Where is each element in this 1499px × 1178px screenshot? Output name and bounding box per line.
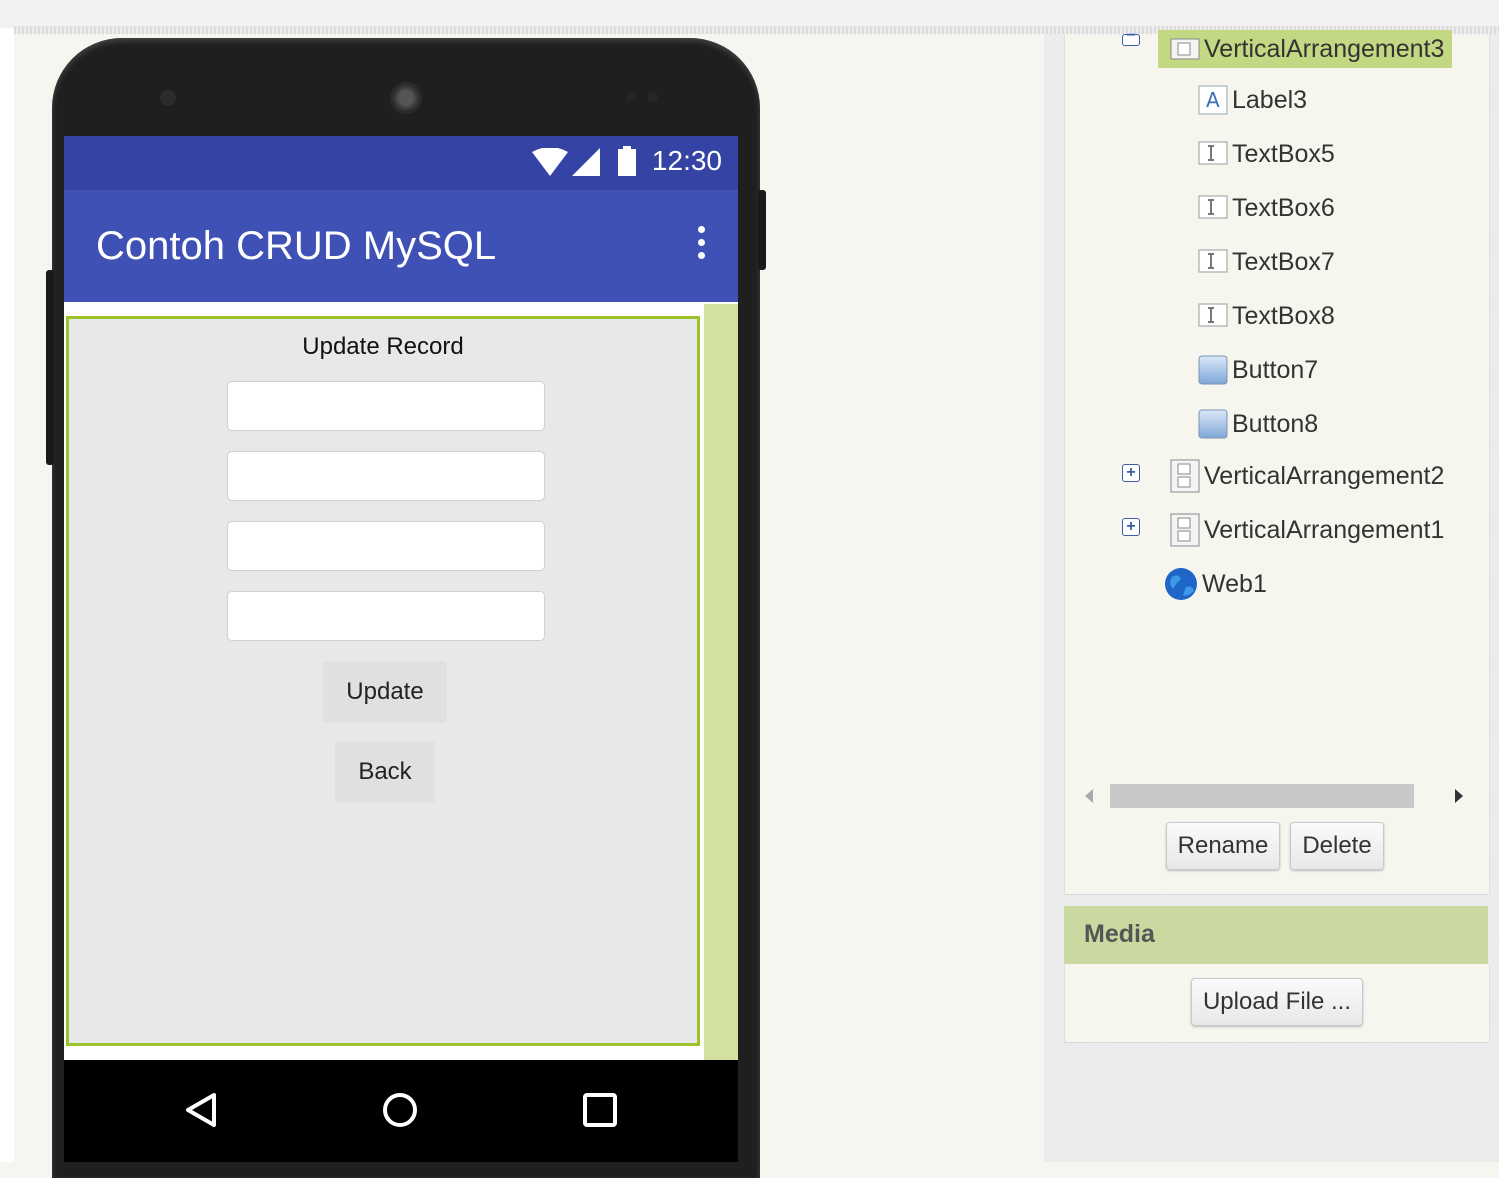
expand-icon[interactable]: +	[1122, 518, 1140, 536]
delete-button[interactable]: Delete	[1290, 822, 1384, 870]
tree-item-button7[interactable]: Button7	[1198, 352, 1318, 386]
tree-item-label3[interactable]: A Label3	[1198, 82, 1307, 116]
label-icon: A	[1198, 85, 1228, 115]
vertical-arrangement-icon	[1170, 38, 1200, 60]
tree-label: Button7	[1232, 356, 1319, 385]
phone-volume-button	[46, 270, 54, 465]
textbox-icon	[1198, 303, 1228, 327]
app-title: Contoh CRUD MySQL	[96, 224, 497, 268]
tree-label: TextBox7	[1232, 248, 1335, 277]
tree-item-textbox8[interactable]: TextBox8	[1198, 298, 1335, 332]
phone-side-button	[758, 190, 766, 270]
media-panel: Upload File ...	[1064, 964, 1490, 1043]
tree-item-textbox7[interactable]: TextBox7	[1198, 244, 1335, 278]
collapse-icon[interactable]: −	[1122, 28, 1140, 46]
tree-item-web1[interactable]: Web1	[1164, 566, 1267, 601]
upload-file-button[interactable]: Upload File ...	[1191, 978, 1363, 1026]
scroll-left-icon[interactable]	[1084, 789, 1094, 803]
vertical-arrangement-3[interactable]: Update Record Update Back	[66, 316, 700, 1046]
app-bar: Contoh CRUD MySQL	[64, 190, 738, 302]
back-nav-icon[interactable]	[184, 1092, 218, 1128]
tree-label: Label3	[1232, 86, 1308, 115]
textbox-6[interactable]	[227, 451, 545, 501]
media-header: Media	[1064, 906, 1488, 965]
expand-icon[interactable]: +	[1122, 464, 1140, 482]
textbox-5[interactable]	[227, 381, 545, 431]
update-button[interactable]: Update	[323, 661, 447, 723]
textbox-icon	[1198, 249, 1228, 273]
textbox-icon	[1198, 141, 1228, 165]
battery-icon	[618, 146, 636, 176]
left-edge	[0, 28, 14, 1162]
update-record-label: Update Record	[302, 333, 464, 360]
screen-side-strip	[704, 304, 738, 1060]
textbox-7[interactable]	[227, 521, 545, 571]
tree-item-verticalarrangement2[interactable]: VerticalArrangement2	[1170, 458, 1445, 493]
top-band	[0, 0, 1499, 28]
textbox-icon	[1198, 195, 1228, 219]
tree-label: VerticalArrangement1	[1204, 516, 1445, 545]
tree-label: Web1	[1202, 570, 1267, 599]
nav-bar	[64, 1060, 738, 1162]
home-nav-icon[interactable]	[382, 1092, 418, 1128]
scrollbar-thumb[interactable]	[1110, 784, 1414, 808]
tree-item-button8[interactable]: Button8	[1198, 406, 1318, 440]
textbox-8[interactable]	[227, 591, 545, 641]
camera-icon	[390, 82, 422, 114]
tree-label: TextBox8	[1232, 302, 1335, 331]
tree-item-textbox5[interactable]: TextBox5	[1198, 136, 1335, 170]
sensor-dot-right2	[648, 92, 658, 102]
button-icon	[1198, 355, 1228, 385]
tree-label: Button8	[1232, 410, 1319, 439]
tree-label: VerticalArrangement2	[1204, 462, 1445, 491]
recents-nav-icon[interactable]	[582, 1092, 618, 1128]
rename-button[interactable]: Rename	[1166, 822, 1280, 870]
sensor-dot	[160, 90, 176, 106]
tree-item-textbox6[interactable]: TextBox6	[1198, 190, 1335, 224]
tree-item-verticalarrangement3[interactable]: VerticalArrangement3	[1158, 30, 1453, 68]
button-icon	[1198, 409, 1228, 439]
status-time: 12:30	[651, 145, 722, 176]
tree-label: TextBox5	[1232, 140, 1335, 169]
wifi-icon	[532, 148, 568, 176]
media-title: Media	[1084, 920, 1155, 948]
horizontal-scrollbar[interactable]	[1076, 782, 1474, 810]
sensor-dot-right	[626, 92, 636, 102]
status-bar: 12:30	[64, 136, 738, 190]
tree-label: VerticalArrangement3	[1204, 35, 1445, 64]
globe-icon	[1165, 568, 1197, 601]
tree-label: TextBox6	[1232, 194, 1335, 223]
tree-item-verticalarrangement1[interactable]: VerticalArrangement1	[1170, 512, 1445, 547]
overflow-menu-icon[interactable]	[698, 226, 706, 266]
svg-text:A: A	[1206, 88, 1220, 112]
phone-screen: 12:30 Contoh CRUD MySQL Update Record Up…	[64, 136, 738, 1060]
signal-icon	[572, 148, 600, 176]
scroll-right-icon[interactable]	[1454, 789, 1464, 803]
back-button[interactable]: Back	[335, 741, 435, 803]
vertical-arrangement-icon	[1170, 513, 1200, 547]
vertical-arrangement-icon	[1170, 459, 1200, 493]
